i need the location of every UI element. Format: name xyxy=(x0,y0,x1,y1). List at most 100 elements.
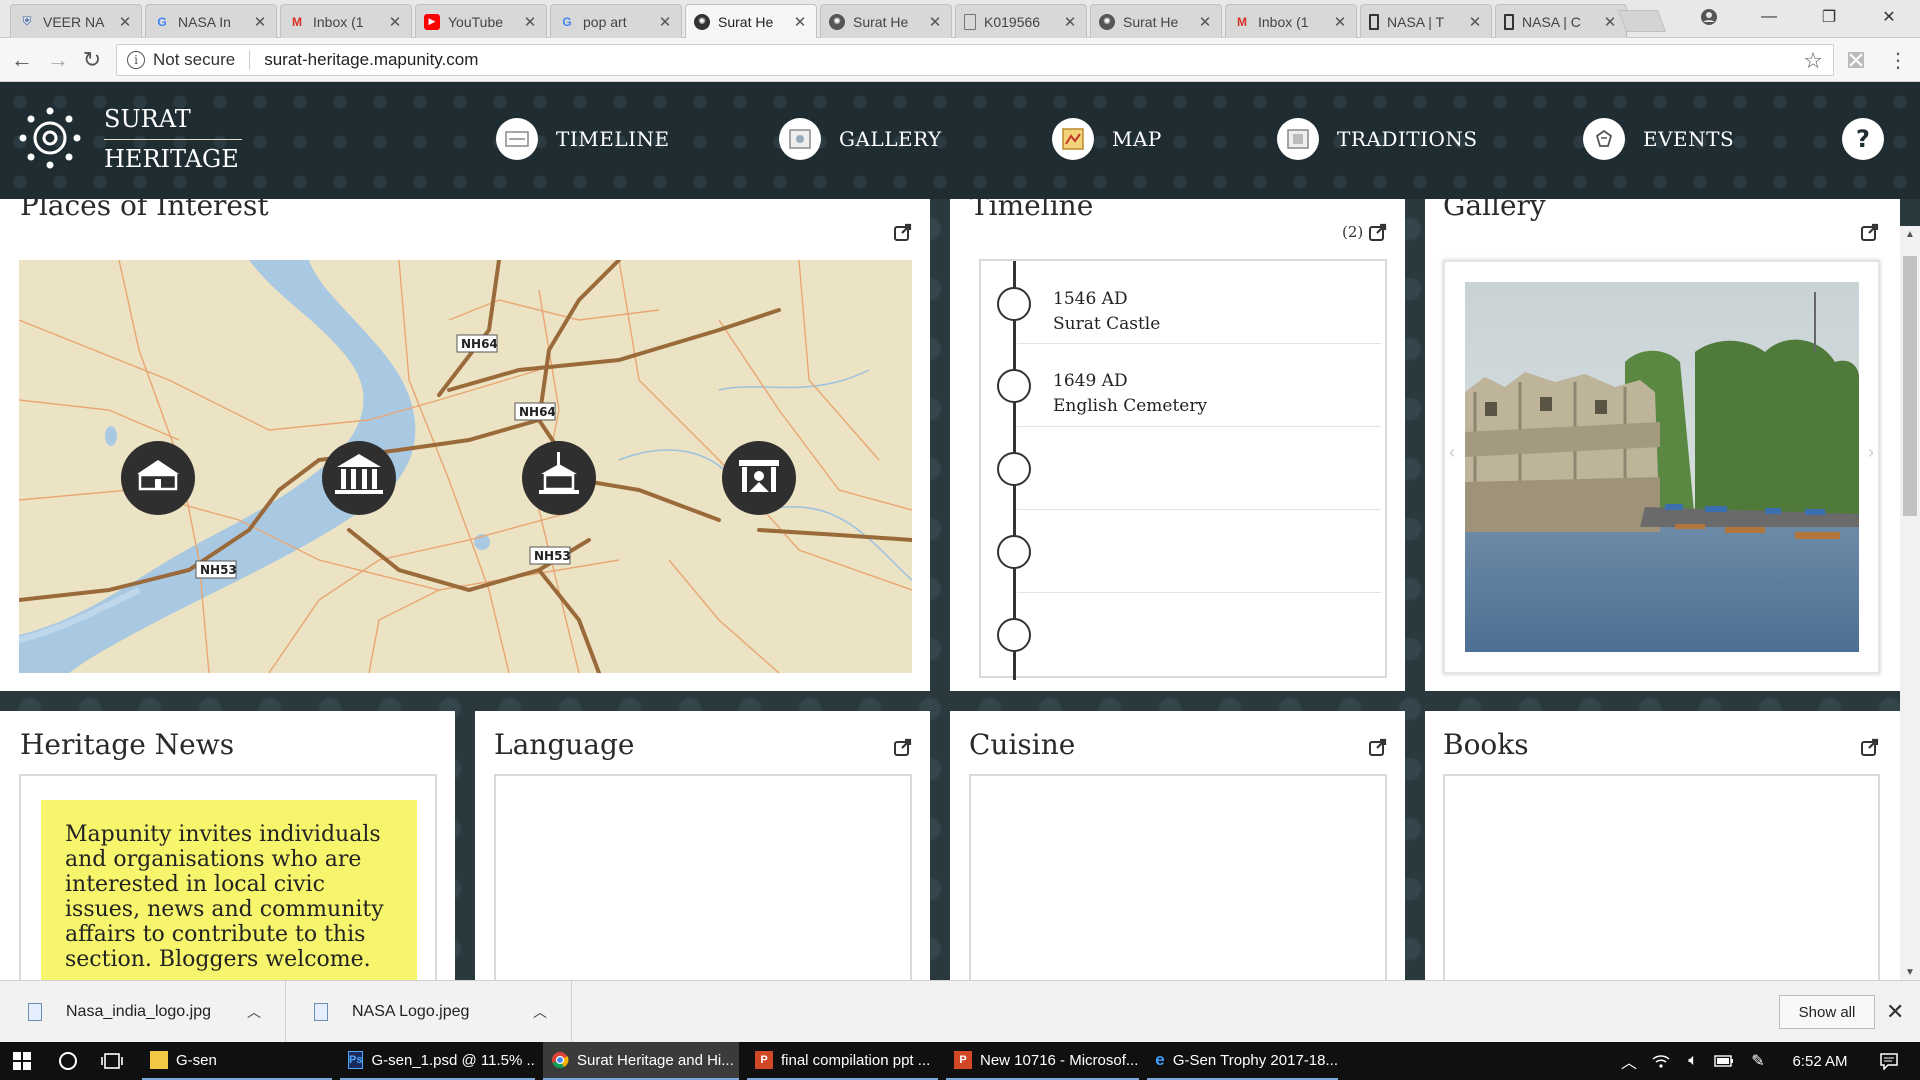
browser-tab[interactable]: NASA | T ✕ xyxy=(1360,4,1492,38)
taskbar-app[interactable]: P New 10716 - Microsof... xyxy=(946,1042,1139,1080)
help-button[interactable]: ? xyxy=(1842,118,1884,160)
notifications-icon[interactable] xyxy=(1866,1042,1912,1080)
timeline-node[interactable] xyxy=(997,618,1031,652)
download-item[interactable]: NASA Logo.jpeg ︿ xyxy=(286,981,572,1043)
taskbar-app[interactable]: Ps G-sen_1.psd @ 11.5% ... xyxy=(340,1042,535,1080)
extension-icon[interactable] xyxy=(1842,46,1870,74)
nav-traditions[interactable]: TRADITIONS xyxy=(1277,118,1478,160)
nav-events[interactable]: EVENTS xyxy=(1583,118,1734,160)
info-icon[interactable]: i xyxy=(127,51,145,69)
clock[interactable]: 6:52 AM xyxy=(1780,1042,1860,1080)
chevron-up-icon[interactable]: ︿ xyxy=(247,1002,261,1022)
wifi-icon[interactable] xyxy=(1648,1042,1674,1080)
open-external-icon[interactable] xyxy=(894,738,912,756)
close-tab-icon[interactable]: ✕ xyxy=(792,13,808,31)
browser-tab[interactable]: K019566 ✕ xyxy=(955,4,1087,38)
temple-marker-icon[interactable] xyxy=(722,441,796,515)
url-text[interactable]: surat-heritage.mapunity.com xyxy=(264,50,478,70)
profile-icon[interactable] xyxy=(1686,0,1732,34)
books-box xyxy=(1443,774,1880,980)
map-view[interactable]: NH64 NH64 NH53 NH53 xyxy=(19,260,912,673)
close-tab-icon[interactable]: ✕ xyxy=(1197,13,1213,31)
gallery-prev-icon[interactable]: ‹ xyxy=(1449,442,1455,463)
taskbar-app[interactable]: P final compilation ppt ... xyxy=(747,1042,938,1080)
close-tab-icon[interactable]: ✕ xyxy=(252,13,268,31)
open-external-icon[interactable] xyxy=(894,223,912,241)
close-tab-icon[interactable]: ✕ xyxy=(657,13,673,31)
volume-icon[interactable]: 🔈︎ xyxy=(1680,1042,1706,1080)
timeline-panel: Timeline (2) 1546 AD Surat Castle 1649 A… xyxy=(950,199,1405,691)
bookmark-star-icon[interactable]: ☆ xyxy=(1803,48,1823,74)
download-item[interactable]: Nasa_india_logo.jpg ︿ xyxy=(0,981,286,1043)
monument-marker-icon[interactable] xyxy=(522,441,596,515)
browser-tab[interactable]: ⛨ VEER NA ✕ xyxy=(10,4,142,38)
nav-map[interactable]: MAP xyxy=(1052,118,1162,160)
close-tab-icon[interactable]: ✕ xyxy=(927,13,943,31)
nav-timeline[interactable]: TIMELINE xyxy=(496,118,670,160)
timeline-entry[interactable] xyxy=(1017,427,1381,510)
chevron-up-icon[interactable]: ︿ xyxy=(533,1002,547,1022)
new-tab-button[interactable] xyxy=(1617,10,1667,32)
show-all-button[interactable]: Show all xyxy=(1779,995,1875,1029)
address-bar[interactable]: i Not secure surat-heritage.mapunity.com… xyxy=(116,44,1834,76)
timeline-entry[interactable]: 1649 AD English Cemetery xyxy=(1017,344,1381,427)
gallery-next-icon[interactable]: › xyxy=(1868,442,1874,463)
close-tab-icon[interactable]: ✕ xyxy=(1467,13,1483,31)
browser-tab[interactable]: M Inbox (1 ✕ xyxy=(1225,4,1357,38)
windows-start-icon[interactable] xyxy=(0,1042,44,1080)
browser-tab[interactable]: G pop art ✕ xyxy=(550,4,682,38)
browser-tab[interactable]: G NASA In ✕ xyxy=(145,4,277,38)
timeline-entry[interactable] xyxy=(1017,510,1381,593)
reload-icon[interactable]: ↻ xyxy=(78,46,106,74)
browser-tab[interactable]: M Inbox (1 ✕ xyxy=(280,4,412,38)
nav-gallery[interactable]: GALLERY xyxy=(779,118,942,160)
folder-icon xyxy=(150,1051,168,1069)
browser-tab[interactable]: NASA | C ✕ xyxy=(1495,4,1627,38)
taskbar-app[interactable]: G-sen xyxy=(142,1042,332,1080)
browser-tab[interactable]: ▶ YouTube ✕ xyxy=(415,4,547,38)
security-label[interactable]: Not secure xyxy=(153,50,235,70)
chevron-up-icon[interactable]: ︿ xyxy=(1616,1042,1642,1080)
close-tab-icon[interactable]: ✕ xyxy=(1062,13,1078,31)
books-panel: Books xyxy=(1425,711,1900,980)
search-icon[interactable] xyxy=(48,1042,88,1080)
open-external-icon[interactable] xyxy=(1861,223,1879,241)
close-window-icon[interactable]: ✕ xyxy=(1866,0,1912,34)
task-view-icon[interactable] xyxy=(92,1042,132,1080)
page-scrollbar[interactable]: ▲ ▼ xyxy=(1900,226,1920,981)
powerpoint-icon: P xyxy=(755,1051,773,1069)
open-external-icon[interactable] xyxy=(1369,738,1387,756)
forward-icon[interactable]: → xyxy=(44,46,72,74)
museum-marker-icon[interactable] xyxy=(322,441,396,515)
close-tab-icon[interactable]: ✕ xyxy=(117,13,133,31)
gallery-panel: Gallery ‹ › xyxy=(1425,199,1900,691)
open-external-icon[interactable] xyxy=(1369,223,1387,241)
close-tab-icon[interactable]: ✕ xyxy=(1332,13,1348,31)
pen-icon[interactable]: ✎ xyxy=(1744,1042,1772,1080)
divider xyxy=(249,50,251,70)
minimize-icon[interactable]: — xyxy=(1746,0,1792,34)
site-brand[interactable]: SURAT HERITAGE xyxy=(104,100,242,178)
open-external-icon[interactable] xyxy=(1861,738,1879,756)
close-tab-icon[interactable]: ✕ xyxy=(1602,13,1618,31)
scroll-up-icon[interactable]: ▲ xyxy=(1905,229,1915,240)
gallery-photo[interactable] xyxy=(1465,282,1859,652)
browser-tab[interactable]: ✺ Surat He ✕ xyxy=(1090,4,1222,38)
school-marker-icon[interactable] xyxy=(121,441,195,515)
logo-icon[interactable] xyxy=(18,106,82,170)
road-label: NH53 xyxy=(534,549,571,563)
scroll-down-icon[interactable]: ▼ xyxy=(1905,967,1915,978)
menu-icon[interactable]: ⋮ xyxy=(1884,46,1912,74)
close-icon[interactable]: ✕ xyxy=(1886,999,1904,1025)
scrollbar-thumb[interactable] xyxy=(1903,256,1917,516)
browser-tab[interactable]: ✺ Surat He ✕ xyxy=(820,4,952,38)
close-tab-icon[interactable]: ✕ xyxy=(387,13,403,31)
taskbar-app-active[interactable]: Surat Heritage and Hi... xyxy=(543,1042,739,1080)
restore-icon[interactable]: ❐ xyxy=(1806,0,1852,34)
browser-tab-active[interactable]: ✺ Surat He ✕ xyxy=(685,4,817,38)
back-icon[interactable]: ← xyxy=(8,46,36,74)
timeline-entry[interactable]: 1546 AD Surat Castle xyxy=(1017,261,1381,344)
close-tab-icon[interactable]: ✕ xyxy=(522,13,538,31)
taskbar-app[interactable]: e G-Sen Trophy 2017-18... xyxy=(1147,1042,1338,1080)
battery-icon[interactable] xyxy=(1710,1042,1738,1080)
